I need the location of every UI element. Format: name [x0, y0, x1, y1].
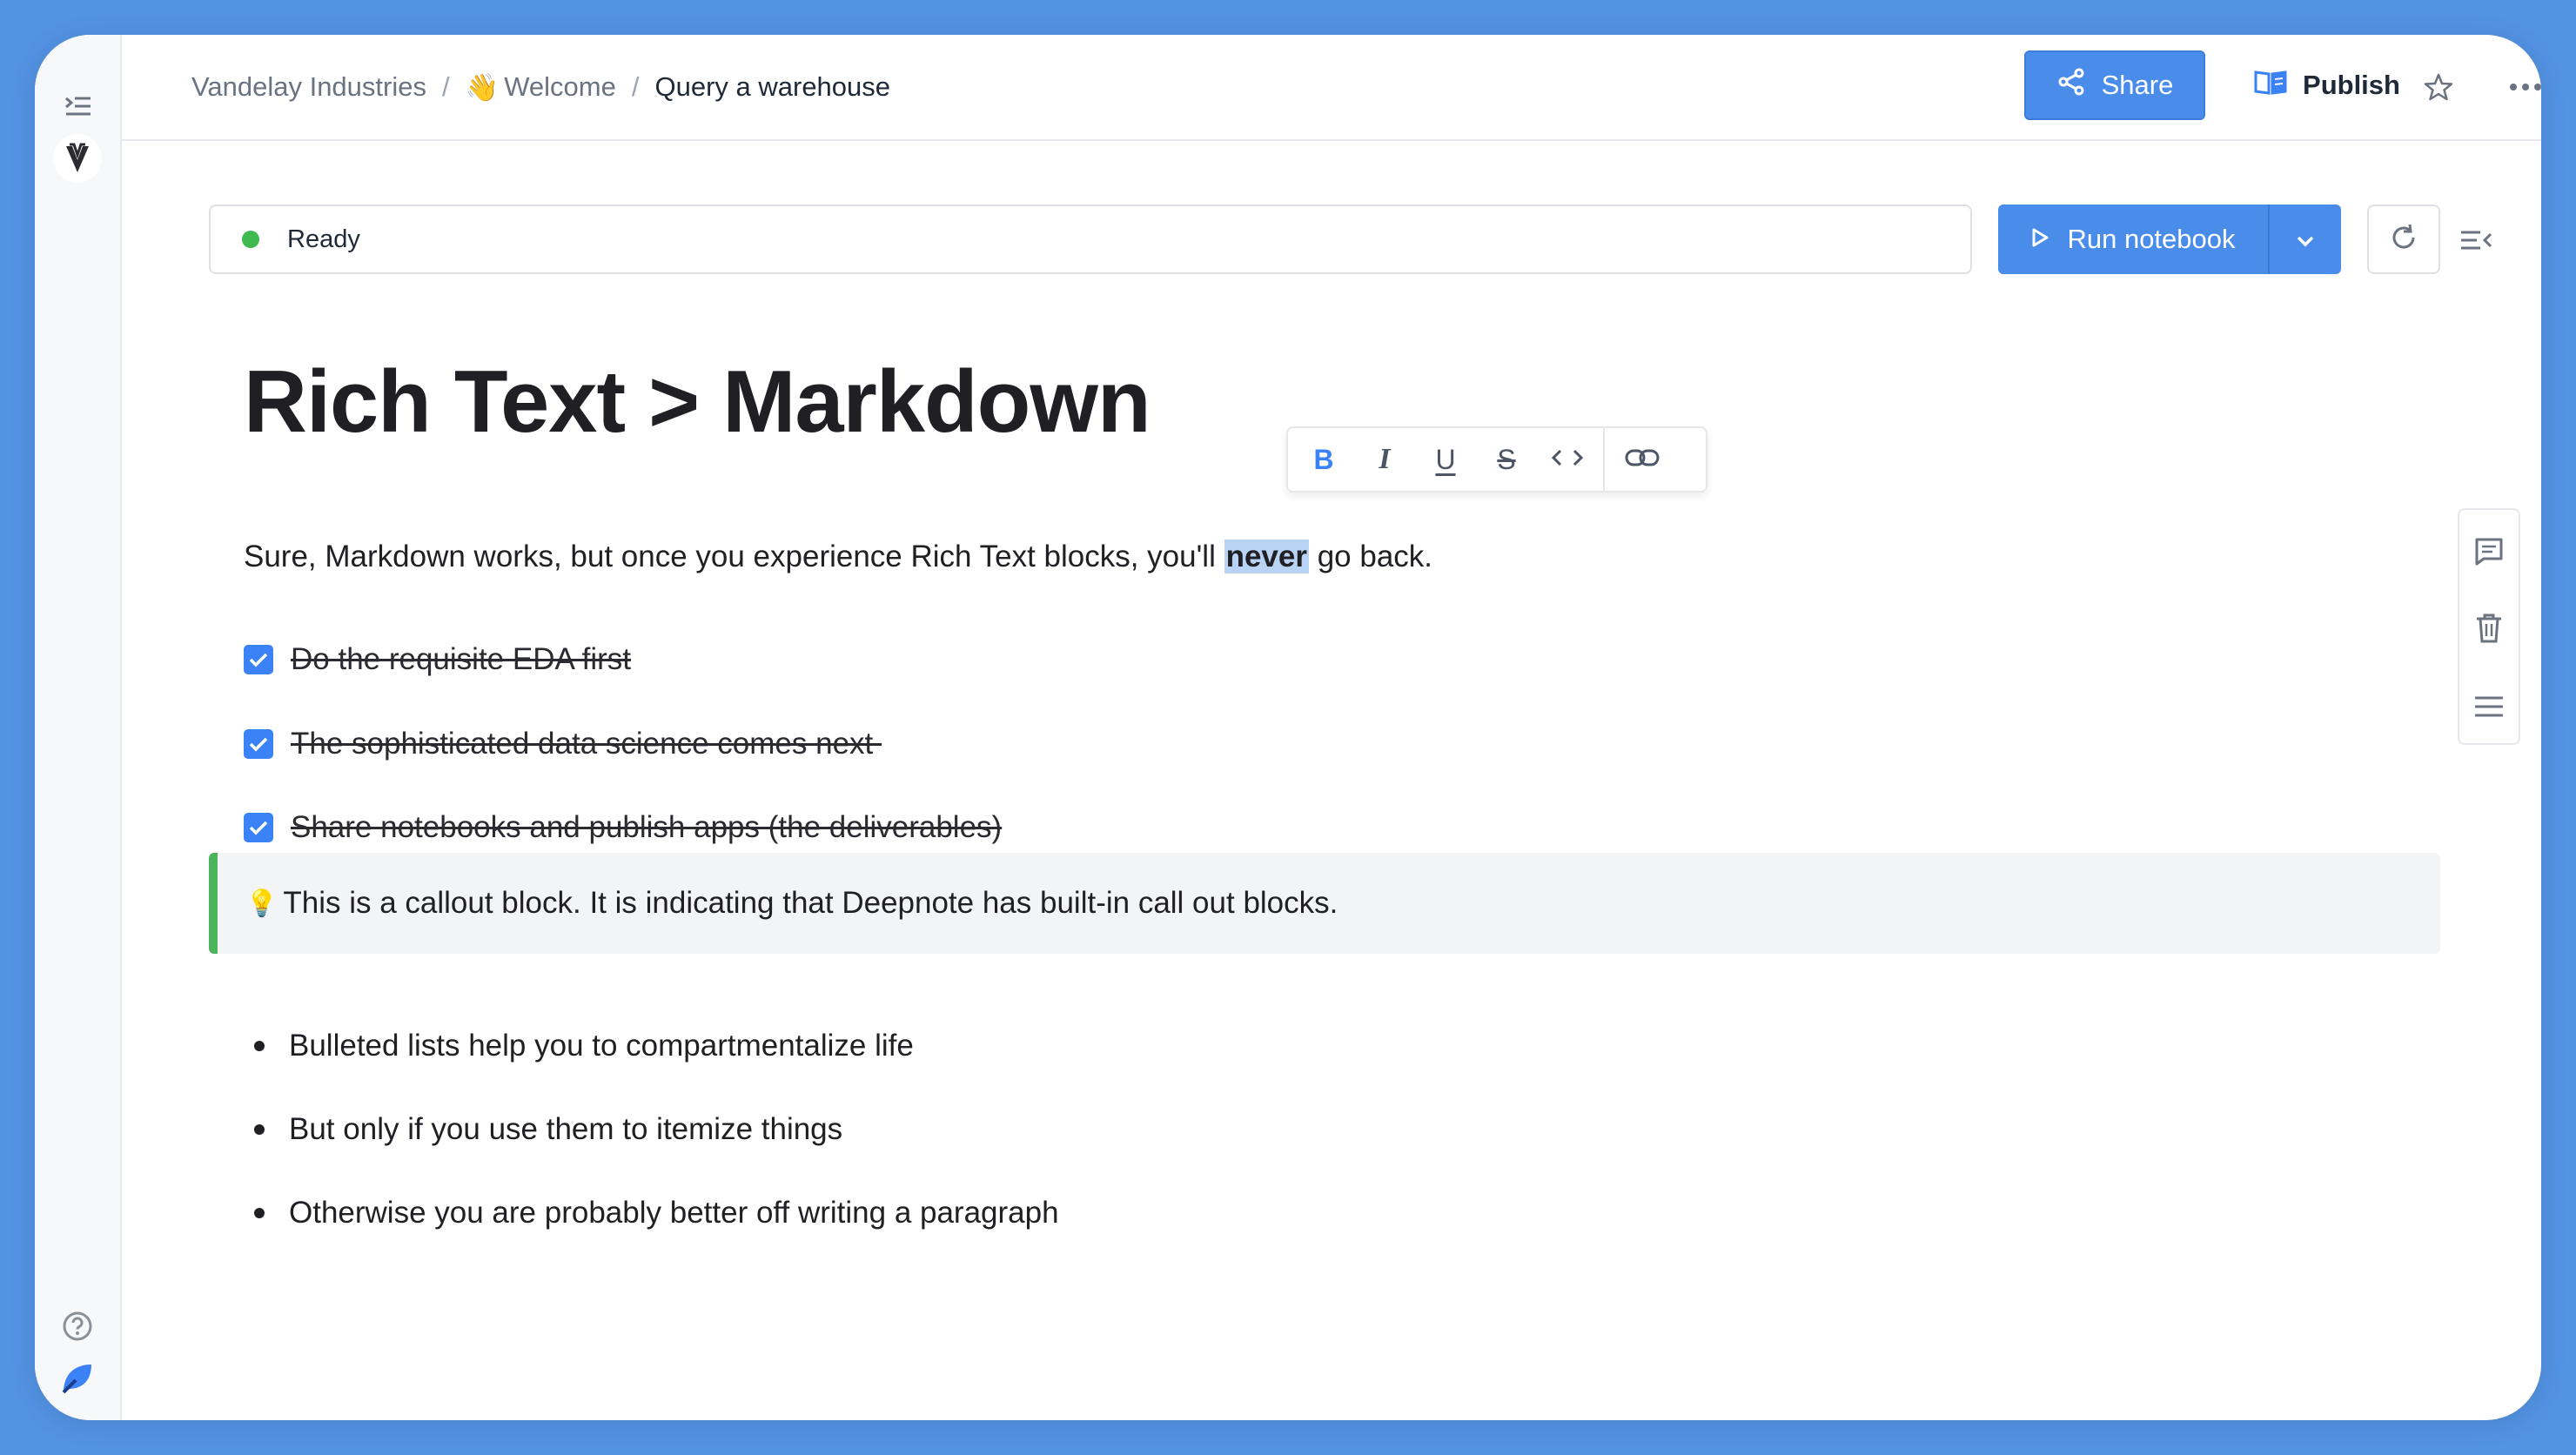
- more-icon[interactable]: [2498, 59, 2541, 115]
- lightbulb-icon: 💡: [245, 888, 278, 918]
- paragraph-text: go back.: [1308, 540, 1433, 573]
- callout-block[interactable]: 💡 This is a callout block. It is indicat…: [209, 853, 2440, 954]
- breadcrumb-separator: /: [441, 71, 450, 102]
- underline-icon: U: [1435, 443, 1456, 475]
- bullet-dot: [254, 1124, 265, 1135]
- trash-icon[interactable]: [2472, 611, 2506, 646]
- todo-text[interactable]: Share notebooks and publish apps (the de…: [291, 810, 1002, 845]
- breadcrumb-folder-emoji: 👋: [465, 71, 500, 103]
- bullet-text: Otherwise you are probably better off wr…: [289, 1196, 1059, 1230]
- app-window: Vandelay Industries / 👋 Welcome / Query …: [35, 35, 2541, 1420]
- todo-item: Do the requisite EDA first: [244, 642, 631, 677]
- refresh-icon: [2389, 223, 2418, 257]
- breadcrumb-workspace[interactable]: Vandelay Industries: [191, 71, 426, 103]
- share-button[interactable]: Share: [2024, 50, 2205, 120]
- breadcrumb-folder[interactable]: Welcome: [504, 71, 616, 103]
- strikethrough-icon: S: [1497, 443, 1516, 475]
- deepnote-logo-icon[interactable]: [57, 1358, 98, 1399]
- restart-kernel-button[interactable]: [2367, 205, 2440, 274]
- underline-button[interactable]: U: [1415, 428, 1476, 491]
- collapse-icon[interactable]: [2459, 225, 2494, 255]
- breadcrumb: Vandelay Industries / 👋 Welcome / Query …: [191, 35, 890, 139]
- run-notebook-button[interactable]: Run notebook: [1998, 205, 2268, 274]
- todo-checkbox[interactable]: [244, 729, 273, 759]
- chevron-down-icon: [2295, 224, 2316, 255]
- publish-button[interactable]: Publish: [2240, 50, 2414, 120]
- rich-text-paragraph[interactable]: Sure, Markdown works, but once you exper…: [244, 533, 1432, 581]
- comment-icon[interactable]: [2472, 534, 2506, 569]
- todo-checkbox[interactable]: [244, 645, 273, 674]
- selected-text: never: [1224, 540, 1309, 573]
- drag-handle-icon[interactable]: [2472, 689, 2506, 724]
- status-text: Ready: [287, 225, 360, 253]
- todo-item: The sophisticated data science comes nex…: [244, 727, 882, 761]
- breadcrumb-separator: /: [631, 71, 640, 102]
- share-label: Share: [2101, 70, 2174, 100]
- link-icon: [1624, 447, 1660, 473]
- block-actions-toolbar: [2458, 508, 2520, 745]
- bullet-item[interactable]: Otherwise you are probably better off wr…: [254, 1196, 1059, 1230]
- run-options-dropdown[interactable]: [2268, 205, 2341, 274]
- sidebar-toggle-icon[interactable]: [57, 85, 98, 127]
- italic-button[interactable]: I: [1354, 428, 1415, 491]
- todo-item: Share notebooks and publish apps (the de…: [244, 810, 1002, 845]
- workspace-logo-icon[interactable]: [53, 134, 102, 183]
- book-icon: [2254, 69, 2287, 102]
- run-notebook-label: Run notebook: [2067, 224, 2236, 254]
- left-rail: [35, 35, 122, 1420]
- top-bar: Vandelay Industries / 👋 Welcome / Query …: [122, 35, 2541, 141]
- paragraph-text: Sure, Markdown works, but once you exper…: [244, 540, 1224, 573]
- bullet-item[interactable]: But only if you use them to itemize thin…: [254, 1112, 842, 1147]
- bullet-dot: [254, 1208, 265, 1218]
- format-toolbar: B I U S: [1286, 426, 1707, 493]
- code-button[interactable]: [1537, 428, 1598, 491]
- bullet-dot: [254, 1041, 265, 1051]
- bullet-text: Bulleted lists help you to compartmental…: [289, 1029, 914, 1063]
- link-button[interactable]: [1605, 428, 1680, 491]
- italic-icon: I: [1379, 443, 1391, 475]
- publish-label: Publish: [2303, 70, 2400, 100]
- code-icon: [1550, 447, 1585, 473]
- notebook-heading[interactable]: Rich Text > Markdown: [244, 352, 1151, 453]
- todo-text[interactable]: The sophisticated data science comes nex…: [291, 727, 882, 761]
- kernel-status-bar[interactable]: Ready: [209, 205, 1972, 274]
- star-icon[interactable]: [2411, 59, 2466, 115]
- todo-checkbox[interactable]: [244, 813, 273, 842]
- bold-icon: B: [1313, 443, 1334, 475]
- play-icon: [2030, 224, 2049, 255]
- help-icon[interactable]: [57, 1305, 98, 1347]
- share-icon: [2056, 67, 2086, 104]
- bullet-item[interactable]: Bulleted lists help you to compartmental…: [254, 1029, 914, 1063]
- bullet-text: But only if you use them to itemize thin…: [289, 1112, 843, 1146]
- run-notebook-button-group: Run notebook: [1998, 205, 2341, 274]
- bold-button[interactable]: B: [1293, 428, 1354, 491]
- status-indicator: [242, 231, 259, 248]
- strikethrough-button[interactable]: S: [1476, 428, 1537, 491]
- callout-text: This is a callout block. It is indicatin…: [283, 886, 1338, 920]
- todo-text[interactable]: Do the requisite EDA first: [291, 642, 631, 677]
- breadcrumb-notebook[interactable]: Query a warehouse: [654, 71, 890, 103]
